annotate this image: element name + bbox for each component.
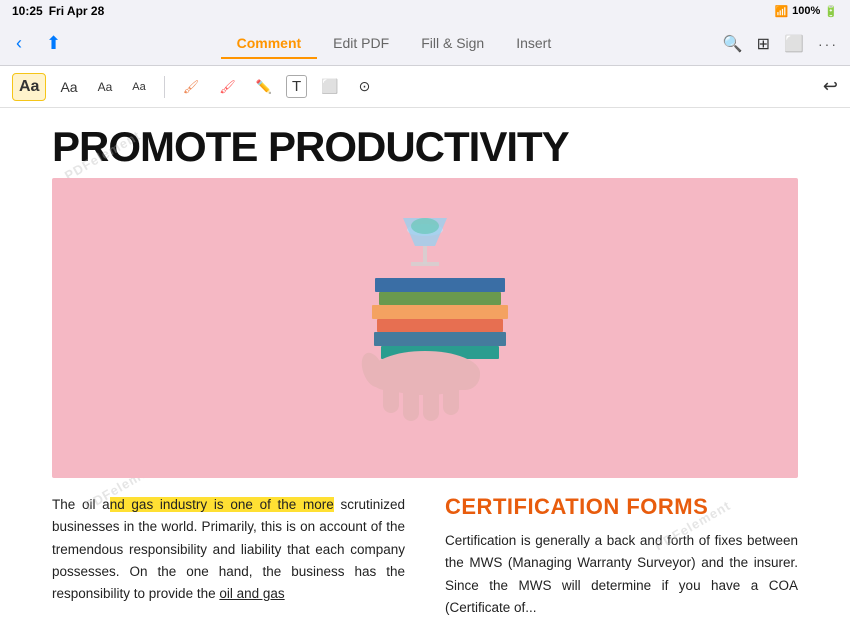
undo-button[interactable]: ↩ [823,76,838,97]
tab-fill-sign[interactable]: Fill & Sign [405,29,500,59]
underline-tool-button[interactable]: 🖌 [213,75,242,99]
highlight-tool-button[interactable]: 🖌 [177,75,206,99]
annotation-tools: Aa Aa Aa Aa 🖌 🖌 ✏️ T ⬜ ⊙ [12,73,376,101]
status-bar: 10:25 Fri Apr 28 📶 100% 🔋 [0,0,850,22]
back-button[interactable]: ‹ [12,29,26,58]
wifi-icon: 📶 [774,5,788,18]
left-column: The oil and gas industry is one of the m… [52,494,425,619]
highlighted-text: nd gas industry is one of the more [110,497,334,512]
font-large-button[interactable]: Aa [12,73,46,101]
main-toolbar: ‹ ⬆ Comment Edit PDF Fill & Sign Insert … [0,22,850,66]
separator-1 [164,76,165,98]
rectangle-tool-button[interactable]: ⬜ [315,74,344,99]
expand-button[interactable]: ⬜ [784,34,804,54]
tab-comment[interactable]: Comment [221,29,318,59]
hero-illustration [275,188,575,468]
search-button[interactable]: 🔍 [723,34,743,54]
document-area: PDFelement PDFelement PDFelement PDFelem… [0,108,850,638]
font-medium-button[interactable]: Aa [54,75,83,99]
date-display: Fri Apr 28 [49,4,105,18]
toolbar-tabs: Comment Edit PDF Fill & Sign Insert [221,29,568,59]
share-button[interactable]: ⬆ [42,29,65,58]
stamp-tool-button[interactable]: ⊙ [353,74,377,99]
underlined-text: oil and gas [219,586,284,601]
right-column: CERTIFICATION FORMS Certification is gen… [425,494,798,619]
content-columns: The oil and gas industry is one of the m… [0,494,850,619]
grid-button[interactable]: ⊞ [757,34,770,54]
more-options-button[interactable]: ··· [818,36,838,52]
font-small2-button[interactable]: Aa [126,77,151,97]
annotation-toolbar: Aa Aa Aa Aa 🖌 🖌 ✏️ T ⬜ ⊙ ↩ [0,66,850,108]
font-small1-button[interactable]: Aa [92,76,119,98]
text-tool-button[interactable]: T [286,75,307,98]
page-title-area: PROMOTE PRODUCTIVITY [0,108,850,178]
battery-percentage: 100% [792,5,820,17]
right-body-text: Certification is generally a back and fo… [445,530,798,619]
tab-edit-pdf[interactable]: Edit PDF [317,29,405,59]
left-body-text: The oil and gas industry is one of the m… [52,494,405,605]
tab-insert[interactable]: Insert [500,29,567,59]
hero-image [52,178,798,478]
certification-forms-title: CERTIFICATION FORMS [445,494,798,520]
battery-icon: 🔋 [824,5,838,18]
time-display: 10:25 [12,4,43,18]
page-title: PROMOTE PRODUCTIVITY [52,124,798,170]
pencil-tool-button[interactable]: ✏️ [250,75,278,99]
